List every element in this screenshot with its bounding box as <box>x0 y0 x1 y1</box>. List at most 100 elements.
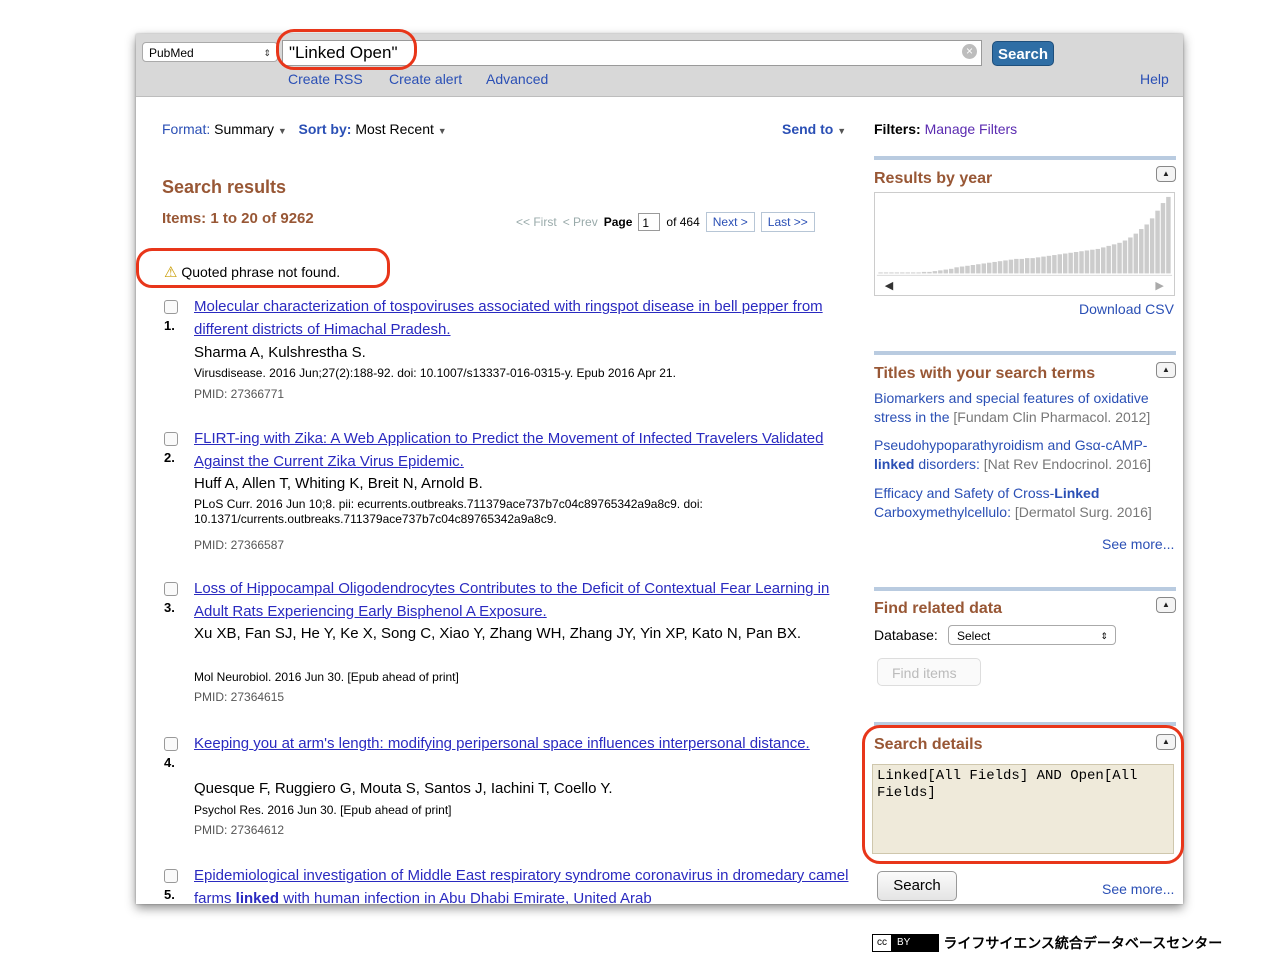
last-page-button[interactable]: Last >> <box>760 212 815 232</box>
collapse-icon[interactable]: ▲ <box>1156 166 1176 182</box>
first-page-link[interactable]: << First <box>516 215 557 229</box>
year-bar[interactable] <box>1024 258 1030 274</box>
page-number-input[interactable]: 1 <box>638 213 661 231</box>
year-bar[interactable] <box>1155 210 1160 274</box>
result-checkbox[interactable] <box>164 432 178 446</box>
result-checkbox[interactable] <box>164 869 178 883</box>
year-bar[interactable] <box>1139 229 1144 274</box>
result-title-link[interactable]: FLIRT-ing with Zika: A Web Application t… <box>194 428 864 473</box>
scroll-right-icon[interactable]: ▶ <box>1155 280 1164 292</box>
year-bar[interactable] <box>921 271 927 274</box>
create-alert-link[interactable]: Create alert <box>389 71 462 87</box>
year-bar[interactable] <box>1041 256 1046 274</box>
result-title-link[interactable]: Epidemiological investigation of Middle … <box>194 865 864 904</box>
year-bar[interactable] <box>894 272 900 274</box>
year-bar[interactable] <box>1133 233 1139 274</box>
year-bar[interactable] <box>1166 196 1171 274</box>
year-bar[interactable] <box>1079 251 1084 274</box>
details-search-button[interactable]: Search <box>877 871 957 901</box>
year-bar[interactable] <box>965 265 970 274</box>
sort-value[interactable]: Most Recent <box>355 121 434 137</box>
result-checkbox[interactable] <box>164 300 178 314</box>
format-label[interactable]: Format <box>162 121 206 137</box>
advanced-link[interactable]: Advanced <box>486 71 548 87</box>
year-bar[interactable] <box>883 272 889 274</box>
search-button[interactable]: Search <box>992 41 1054 66</box>
year-bar[interactable] <box>910 272 916 274</box>
year-bar[interactable] <box>943 269 948 274</box>
year-bar[interactable] <box>1095 248 1101 274</box>
year-bar[interactable] <box>916 272 921 274</box>
year-bar[interactable] <box>970 265 976 274</box>
send-to-menu[interactable]: Send to ▼ <box>782 121 846 137</box>
year-bar[interactable] <box>981 263 986 274</box>
year-bar[interactable] <box>889 272 894 274</box>
see-more-link[interactable]: See more... <box>1102 881 1174 897</box>
year-bar[interactable] <box>1052 255 1057 274</box>
create-rss-link[interactable]: Create RSS <box>288 71 363 87</box>
format-caret-icon[interactable]: ▼ <box>278 126 287 136</box>
help-link[interactable]: Help <box>1140 71 1169 87</box>
year-bar[interactable] <box>948 268 954 274</box>
year-bar[interactable] <box>1160 203 1166 274</box>
year-bar[interactable] <box>1057 254 1063 274</box>
see-more-link[interactable]: See more... <box>1102 536 1174 552</box>
year-bar[interactable] <box>976 264 981 274</box>
related-title-link[interactable]: Efficacy and Safety of Cross-Linked Carb… <box>874 484 1176 522</box>
year-bar[interactable] <box>900 272 905 274</box>
year-bar[interactable] <box>1030 258 1035 274</box>
year-bar[interactable] <box>954 267 959 274</box>
send-to-caret-icon: ▼ <box>837 126 847 136</box>
year-bar[interactable] <box>1144 224 1149 274</box>
manage-filters-link[interactable]: Manage Filters <box>925 121 1018 137</box>
year-bar[interactable] <box>1117 242 1122 274</box>
year-bar[interactable] <box>1014 258 1019 274</box>
year-bar[interactable] <box>905 272 910 274</box>
clear-icon[interactable]: × <box>962 44 977 59</box>
result-title-link[interactable]: Loss of Hippocampal Oligodendrocytes Con… <box>194 578 864 623</box>
collapse-icon[interactable]: ▲ <box>1156 597 1176 613</box>
results-by-year-chart[interactable]: ◀ ▶ <box>874 192 1175 296</box>
scroll-left-icon[interactable]: ◀ <box>885 280 894 292</box>
year-bar[interactable] <box>997 261 1003 274</box>
database-dropdown[interactable]: Select ⇕ <box>948 625 1116 645</box>
collapse-icon[interactable]: ▲ <box>1156 362 1176 378</box>
result-checkbox[interactable] <box>164 582 178 596</box>
year-bar[interactable] <box>1111 244 1117 274</box>
year-bar[interactable] <box>986 262 992 274</box>
related-title-link[interactable]: Pseudohypoparathyroidism and Gsα-cAMP-li… <box>874 436 1176 474</box>
year-bar[interactable] <box>959 266 965 274</box>
year-bar[interactable] <box>1128 237 1133 274</box>
result-checkbox[interactable] <box>164 737 178 751</box>
year-bar[interactable] <box>1090 249 1095 274</box>
download-csv-link[interactable]: Download CSV <box>1079 301 1174 317</box>
result-title-link[interactable]: Keeping you at arm's length: modifying p… <box>194 733 864 756</box>
year-bar[interactable] <box>1106 245 1111 274</box>
year-bar[interactable] <box>1046 255 1052 274</box>
year-bar[interactable] <box>938 270 943 274</box>
result-title-link[interactable]: Molecular characterization of tospovirus… <box>194 296 864 341</box>
sort-caret-icon[interactable]: ▼ <box>438 126 447 136</box>
next-page-button[interactable]: Next > <box>705 212 755 232</box>
format-value[interactable]: Summary <box>214 121 274 137</box>
year-bar[interactable] <box>1019 258 1025 274</box>
year-bar[interactable] <box>1149 218 1155 274</box>
prev-page-link[interactable]: < Prev <box>563 215 598 229</box>
year-bar[interactable] <box>932 271 938 274</box>
year-bar[interactable] <box>1073 252 1079 274</box>
year-bar[interactable] <box>1084 250 1090 274</box>
find-items-button[interactable]: Find items <box>877 658 981 686</box>
year-bar[interactable] <box>1068 252 1073 274</box>
year-bar[interactable] <box>927 271 932 274</box>
year-bar[interactable] <box>878 272 883 274</box>
year-bar[interactable] <box>1003 260 1008 274</box>
sort-label[interactable]: Sort by <box>299 121 347 137</box>
year-bar[interactable] <box>1122 240 1128 274</box>
database-select[interactable]: PubMed ⇕ <box>142 42 278 62</box>
year-bar[interactable] <box>992 261 997 274</box>
year-bar[interactable] <box>1101 247 1106 274</box>
year-bar[interactable] <box>1008 259 1014 274</box>
related-title-link[interactable]: Biomarkers and special features of oxida… <box>874 389 1176 427</box>
year-bar[interactable] <box>1035 257 1041 274</box>
year-bar[interactable] <box>1063 253 1068 274</box>
